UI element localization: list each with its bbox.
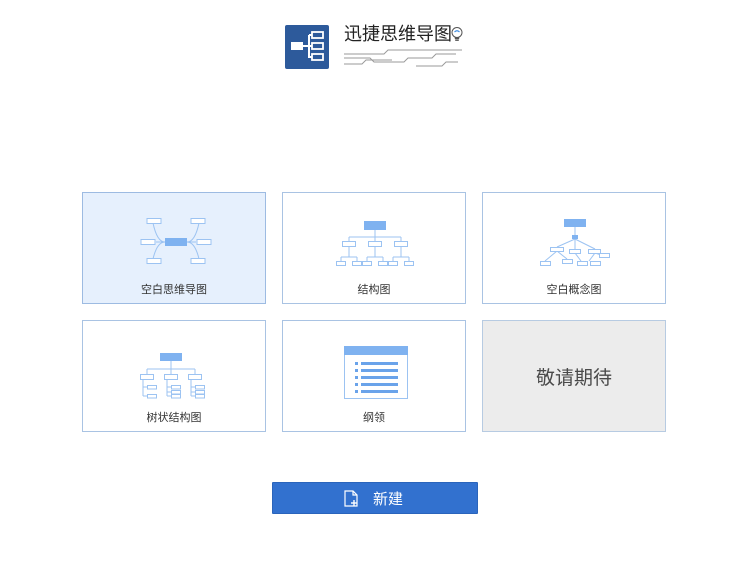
app-title: 迅捷思维导图 <box>344 24 452 45</box>
new-button[interactable]: 新建 <box>272 482 478 514</box>
blank-mindmap-icon <box>140 218 212 264</box>
template-card-outline[interactable]: 纲领 <box>282 320 466 432</box>
app-logo <box>285 25 329 69</box>
template-label: 结构图 <box>357 283 391 296</box>
tree-chart-icon <box>140 353 205 399</box>
new-button-label: 新建 <box>373 490 404 508</box>
lightbulb-icon <box>451 27 463 41</box>
org-chart-icon <box>336 221 414 266</box>
mindmap-logo-icon <box>291 31 324 61</box>
template-label: 纲领 <box>363 411 385 424</box>
template-label: 树状结构图 <box>146 411 202 424</box>
template-label: 空白思维导图 <box>141 283 207 296</box>
template-card-concept-map[interactable]: 空白概念图 <box>482 192 666 304</box>
outline-list-icon <box>344 346 408 399</box>
template-card-tree[interactable]: 树状结构图 <box>82 320 266 432</box>
concept-map-icon <box>540 219 610 266</box>
coming-soon-text: 敬请期待 <box>535 367 612 389</box>
new-document-icon <box>344 490 358 507</box>
title-decoration <box>344 49 462 67</box>
template-card-structure[interactable]: 结构图 <box>282 192 466 304</box>
template-label: 空白概念图 <box>546 283 602 296</box>
template-card-blank-mindmap[interactable]: 空白思维导图 <box>82 192 266 304</box>
template-card-coming-soon: 敬请期待 <box>482 320 666 432</box>
